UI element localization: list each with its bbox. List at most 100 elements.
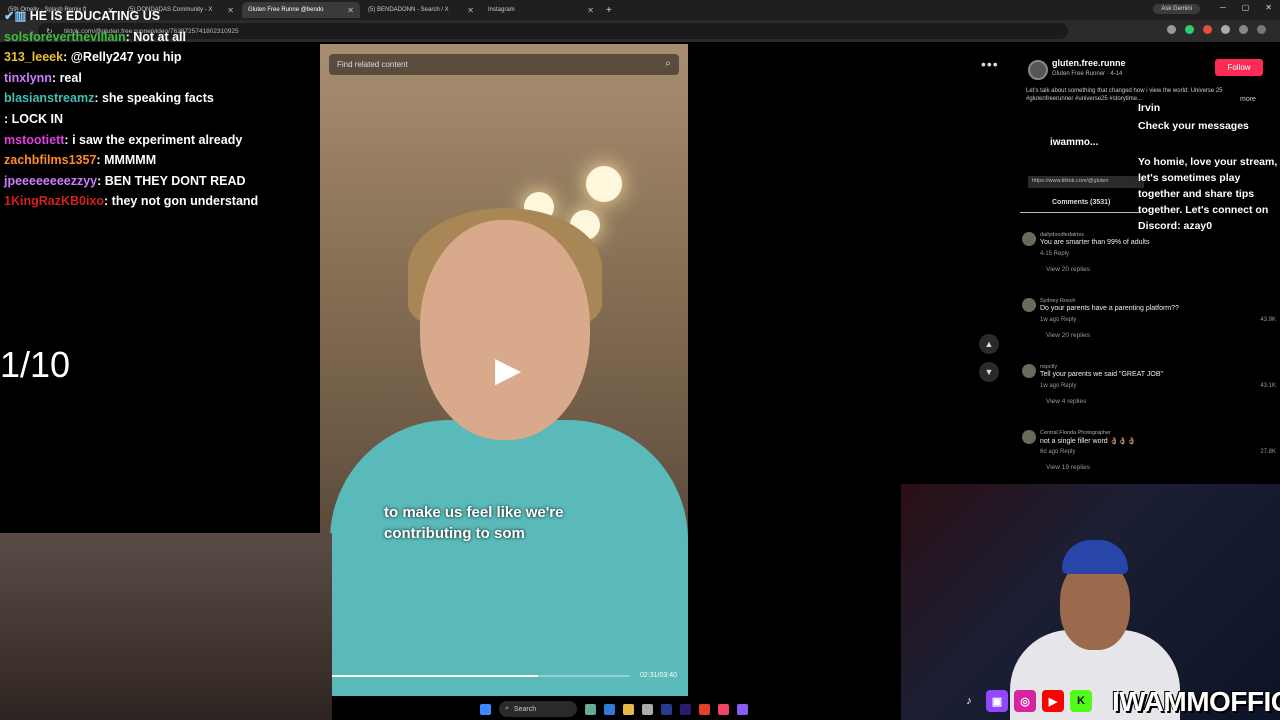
chrome-icon[interactable] bbox=[699, 703, 710, 715]
tab-comments[interactable]: Comments (3531) bbox=[1052, 199, 1110, 206]
chat-text: MMMMM bbox=[104, 153, 157, 168]
creator-username[interactable]: gluten.free.runne bbox=[1052, 58, 1126, 68]
chat-username[interactable]: jpeeeeeeeezzyy bbox=[4, 174, 97, 188]
video-progress-bar[interactable] bbox=[332, 675, 630, 677]
comment-like-count[interactable]: 27.8K bbox=[1260, 449, 1276, 455]
chat-separator: : bbox=[94, 91, 102, 106]
commenter-name[interactable]: nspctly bbox=[1040, 364, 1057, 370]
windows-start-icon[interactable] bbox=[480, 703, 491, 715]
chat-separator: : bbox=[104, 194, 112, 209]
more-link[interactable]: more bbox=[1240, 96, 1256, 103]
app-icon[interactable] bbox=[718, 703, 729, 715]
extension-icon[interactable] bbox=[1203, 25, 1212, 34]
taskbar-search[interactable]: ⌕ Search bbox=[499, 701, 577, 717]
view-replies-link[interactable]: View 4 replies bbox=[1046, 398, 1086, 405]
chat-message: tinxlynn: real bbox=[4, 68, 314, 89]
previous-video-button[interactable]: ▲ bbox=[979, 334, 999, 354]
comment-text: Do your parents have a parenting platfor… bbox=[1040, 305, 1179, 312]
play-icon[interactable]: ▶ bbox=[495, 350, 521, 390]
streamer-handle: IWAMMOFFICIAL bbox=[1112, 686, 1280, 717]
commenter-avatar[interactable] bbox=[1022, 298, 1036, 312]
profile-icon[interactable] bbox=[1239, 25, 1248, 34]
chat-message: zachbfilms1357: MMMMM bbox=[4, 150, 314, 171]
extension-icon[interactable] bbox=[1185, 25, 1194, 34]
edge-icon[interactable] bbox=[604, 703, 615, 715]
chat-username[interactable]: zachbfilms1357 bbox=[4, 153, 96, 167]
chat-text: real bbox=[59, 70, 82, 85]
puzzle-icon[interactable] bbox=[1221, 25, 1230, 34]
app-icon[interactable] bbox=[737, 703, 748, 715]
commenter-avatar[interactable] bbox=[1022, 430, 1036, 444]
app-icon[interactable] bbox=[642, 703, 653, 715]
progress-fill bbox=[332, 675, 538, 677]
chat-username[interactable]: tinxlynn bbox=[4, 71, 52, 85]
tab-instagram[interactable]: Instagram ✕ bbox=[482, 2, 600, 18]
overlay-check-messages: Check your messages bbox=[1138, 120, 1249, 132]
copy-link-field[interactable]: https://www.tiktok.com/@gluten bbox=[1028, 176, 1144, 188]
menu-icon[interactable] bbox=[1257, 25, 1266, 34]
window-controls: ─ ▢ ✕ bbox=[1220, 3, 1272, 12]
chat-badge-icon: ✔▥ bbox=[4, 9, 30, 23]
overlay-username: iwammo... bbox=[1050, 137, 1099, 148]
comment-like-count[interactable]: 43.1K bbox=[1260, 383, 1276, 389]
chat-message: 1KingRazKB0ixo: they not gon understand bbox=[4, 191, 314, 212]
close-icon[interactable]: ✕ bbox=[347, 6, 354, 15]
view-replies-link[interactable]: View 20 replies bbox=[1046, 266, 1090, 273]
commenter-name[interactable]: dailydoodledairies bbox=[1040, 232, 1084, 238]
bookmark-icon[interactable] bbox=[1167, 25, 1176, 34]
youtube-icon: ▶ bbox=[1042, 690, 1064, 712]
chat-message: ✔▥ HE IS EDUCATING US bbox=[4, 6, 314, 27]
follow-button[interactable]: Follow bbox=[1215, 59, 1263, 76]
maximize-icon[interactable]: ▢ bbox=[1242, 3, 1250, 12]
store-icon[interactable] bbox=[661, 703, 672, 715]
close-window-icon[interactable]: ✕ bbox=[1265, 3, 1272, 12]
creator-avatar[interactable] bbox=[1028, 60, 1048, 80]
search-icon: ⌕ bbox=[505, 705, 509, 712]
comment-text: Tell your parents we said "GREAT JOB" bbox=[1040, 371, 1163, 378]
taskbar: ⌕ Search bbox=[480, 698, 800, 720]
instagram-icon: ◎ bbox=[1014, 690, 1036, 712]
chat-username[interactable]: mstootiett bbox=[4, 133, 64, 147]
commenter-avatar[interactable] bbox=[1022, 232, 1036, 246]
commenter-avatar[interactable] bbox=[1022, 364, 1036, 378]
view-replies-link[interactable]: View 19 replies bbox=[1046, 464, 1090, 471]
comment-meta[interactable]: 6d ago Reply bbox=[1040, 449, 1075, 455]
chat-separator: : bbox=[4, 111, 12, 126]
minimize-icon[interactable]: ─ bbox=[1220, 3, 1226, 12]
chat-username[interactable]: 313_leeek bbox=[4, 50, 63, 64]
folder-icon[interactable] bbox=[623, 703, 634, 715]
chat-text: they not gon understand bbox=[111, 194, 259, 209]
room-camera bbox=[0, 533, 332, 720]
ask-gemini-button[interactable]: Ask Gemini bbox=[1153, 4, 1200, 14]
view-replies-link[interactable]: View 20 replies bbox=[1046, 332, 1090, 339]
search-icon[interactable]: ⌕ bbox=[665, 58, 671, 69]
new-tab-button[interactable]: + bbox=[606, 5, 612, 16]
app-icon[interactable] bbox=[585, 703, 596, 715]
related-search-input[interactable]: Find related content ⌕ bbox=[329, 54, 679, 75]
close-icon[interactable]: ✕ bbox=[587, 6, 594, 15]
tab-bendadonn[interactable]: (5) BENDADONN - Search / X ✕ bbox=[362, 2, 480, 18]
comment-meta[interactable]: 4-15 Reply bbox=[1040, 251, 1069, 257]
video-caption: to make us feel like we're contributing … bbox=[384, 504, 564, 542]
commenter-name[interactable]: Central Florida Photographer bbox=[1040, 430, 1111, 436]
comment-like-count[interactable]: 43.9K bbox=[1260, 317, 1276, 323]
comment-item: Central Florida Photographer not a single… bbox=[1022, 430, 1280, 478]
chat-message: solsforeverthevillain: Not at all bbox=[4, 27, 314, 48]
stream-chat: ✔▥ HE IS EDUCATING US solsforeverthevill… bbox=[4, 6, 314, 212]
comment-meta[interactable]: 1w ago Reply bbox=[1040, 317, 1076, 323]
tab-label: (5) BENDADONN - Search / X bbox=[368, 7, 449, 13]
comment-item: Sydney Rosch Do your parents have a paren… bbox=[1022, 298, 1280, 346]
taskbar-search-label: Search bbox=[513, 705, 537, 713]
chat-separator: : bbox=[97, 173, 105, 188]
close-icon[interactable]: ✕ bbox=[467, 6, 474, 15]
chat-username[interactable]: blasianstreamz bbox=[4, 91, 94, 105]
commenter-name[interactable]: Sydney Rosch bbox=[1040, 298, 1075, 304]
comment-meta[interactable]: 1w ago Reply bbox=[1040, 383, 1076, 389]
after-effects-icon[interactable] bbox=[680, 703, 691, 715]
more-options-icon[interactable]: ••• bbox=[981, 56, 999, 72]
chat-text: BEN THEY DONT READ bbox=[104, 173, 246, 188]
chat-message: 313_leeek: @Relly247 you hip bbox=[4, 47, 314, 68]
chat-username[interactable]: 1KingRazKB0ixo bbox=[4, 194, 104, 208]
next-video-button[interactable]: ▼ bbox=[979, 362, 999, 382]
chat-username[interactable]: solsforeverthevillain bbox=[4, 30, 126, 44]
